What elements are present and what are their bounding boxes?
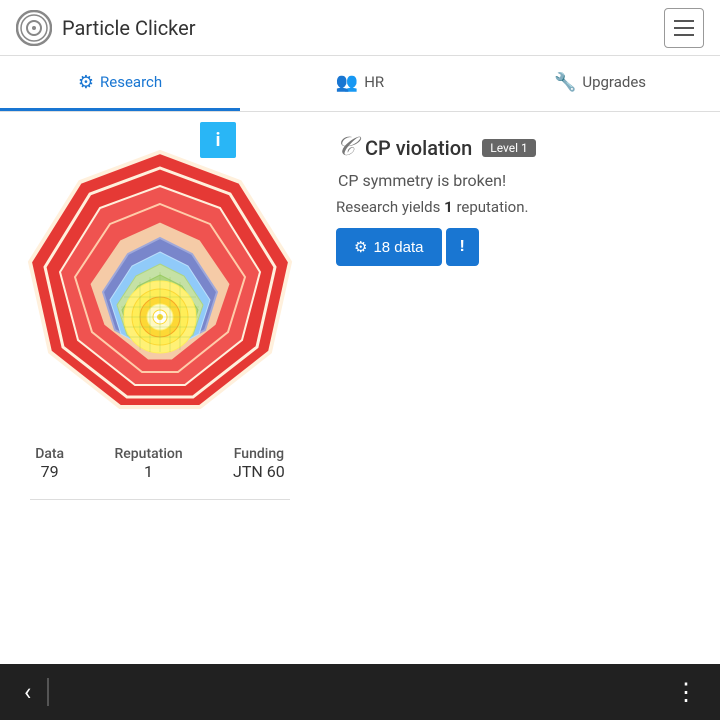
research-description: CP symmetry is broken! [336,171,704,190]
funding-value: JTN 60 [233,462,285,481]
hr-tab-label: HR [364,73,384,91]
back-button[interactable]: ‹ [20,674,35,710]
stat-reputation: Reputation 1 [114,446,182,481]
info-button[interactable]: i [200,122,236,158]
gear-icon: ⚙ [354,238,367,256]
hamburger-line [674,27,694,29]
main-content: i [0,112,720,664]
hamburger-line [674,20,694,22]
left-panel: i [0,112,320,664]
research-tab-label: Research [100,73,162,91]
upgrades-tab-label: Upgrades [582,73,646,91]
hr-tab-icon: 👥 [336,72,358,93]
data-label: Data [35,446,64,462]
yield-amount: 1 [444,198,453,216]
reputation-label: Reputation [114,446,182,462]
info-exclaim-button[interactable]: ! [446,228,479,266]
app-title: Particle Clicker [62,16,196,40]
reputation-value: 1 [114,462,182,481]
tab-research[interactable]: ⚙ Research [0,56,240,111]
nav-divider [47,678,49,706]
funding-label: Funding [233,446,285,462]
research-tab-icon: ⚙ [78,72,94,93]
stat-funding: Funding JTN 60 [233,446,285,481]
stats-divider [30,499,290,500]
tab-upgrades[interactable]: 🔧 Upgrades [480,56,720,111]
particle-svg [20,142,300,422]
yield-post: reputation. [453,198,529,216]
upgrades-tab-icon: 🔧 [554,72,576,93]
tab-bar: ⚙ Research 👥 HR 🔧 Upgrades [0,56,720,112]
hamburger-line [674,34,694,36]
data-cost-button[interactable]: ⚙ 18 data [336,228,442,266]
exclaim-label: ! [460,238,465,255]
bottom-nav-left: ‹ [20,674,49,710]
tab-hr[interactable]: 👥 HR [240,56,480,111]
particle-visualization [20,142,300,422]
menu-button[interactable] [664,8,704,48]
yield-pre: Research yields [336,198,444,216]
right-panel: 𝒞 CP violation Level 1 CP symmetry is br… [320,112,720,664]
app-branding: Particle Clicker [16,10,196,46]
more-options-button[interactable]: ⋮ [674,678,700,706]
stats-row: Data 79 Reputation 1 Funding JTN 60 [0,430,320,489]
stat-data: Data 79 [35,446,64,481]
research-header: 𝒞 CP violation Level 1 [336,132,704,163]
top-bar: Particle Clicker [0,0,720,56]
level-badge: Level 1 [482,139,536,157]
action-row: ⚙ 18 data ! [336,228,704,266]
app-logo-icon [16,10,52,46]
bottom-nav-bar: ‹ ⋮ [0,664,720,720]
data-value: 79 [35,462,64,481]
cp-violation-icon: 𝒞 [336,132,355,163]
data-cost-label: 18 data [373,239,423,256]
research-title: CP violation [365,136,472,160]
research-item-cp-violation: 𝒞 CP violation Level 1 CP symmetry is br… [336,132,704,266]
research-yield: Research yields 1 reputation. [336,198,704,216]
